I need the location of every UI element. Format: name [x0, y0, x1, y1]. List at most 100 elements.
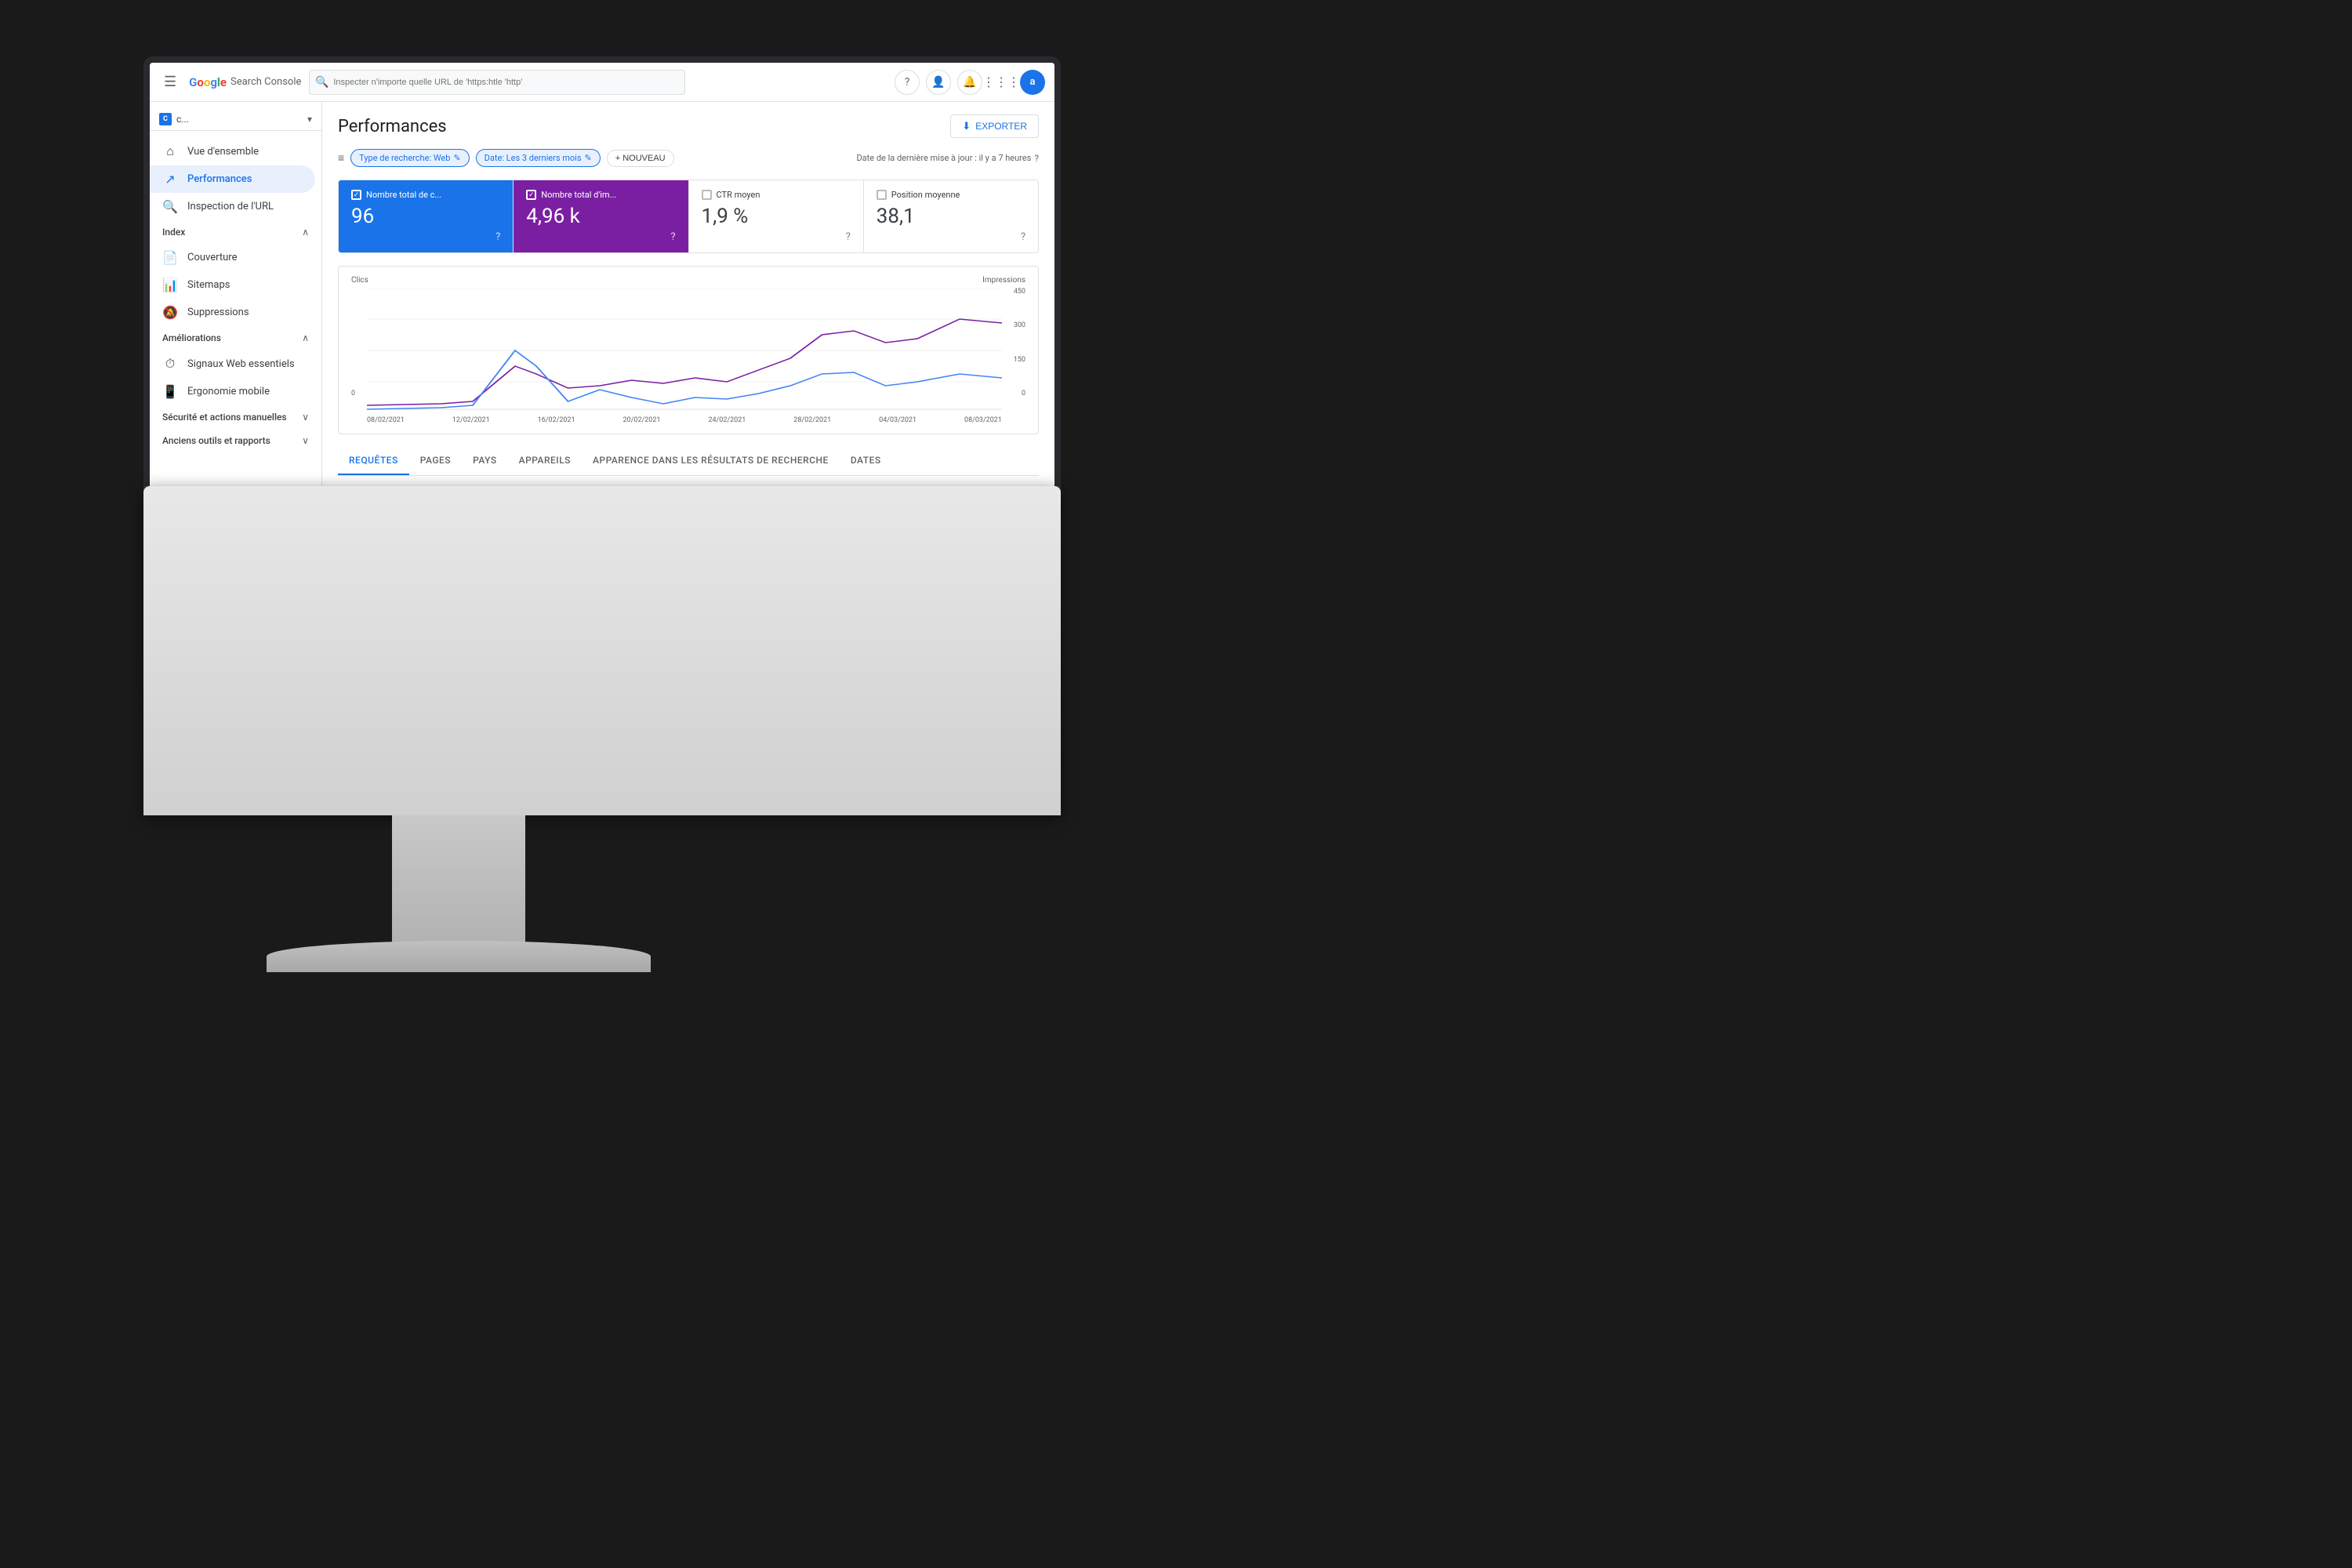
sidebar: C c... ▾ ⌂ Vue d'ensemble ↗ Performances…	[150, 102, 322, 497]
ameliorations-chevron-icon: ∧	[302, 332, 309, 343]
mobile-icon: 📱	[162, 384, 178, 399]
tab-appareils[interactable]: APPAREILS	[508, 447, 582, 475]
metric-help-ctr[interactable]: ?	[846, 231, 851, 243]
index-section-label: Index	[162, 227, 185, 238]
sidebar-label-sitemaps: Sitemaps	[187, 279, 230, 291]
avatar[interactable]: a	[1020, 70, 1045, 95]
screen: ☰ Google Search Console 🔍 ? 👤 🔔 ⋮⋮⋮ a	[150, 63, 1054, 497]
metric-header-position: Position moyenne	[877, 190, 1025, 200]
sidebar-item-ergonomie[interactable]: 📱 Ergonomie mobile	[150, 378, 315, 405]
index-section-header[interactable]: Index ∧	[150, 220, 321, 244]
metric-card-clics[interactable]: ✓ Nombre total de c... 96 ?	[339, 180, 514, 252]
x-label-3: 20/02/2021	[623, 416, 661, 424]
sidebar-label-signaux: Signaux Web essentiels	[187, 358, 295, 370]
info-icon[interactable]: ?	[1034, 153, 1039, 164]
site-selector[interactable]: C c... ▾	[150, 108, 321, 131]
notifications-button[interactable]: 🔔	[957, 70, 982, 95]
main-layout: C c... ▾ ⌂ Vue d'ensemble ↗ Performances…	[150, 102, 1054, 497]
export-icon: ⬇	[962, 120, 971, 132]
tab-requetes-label: REQUÊTES	[349, 455, 398, 466]
monitor-stand-neck	[392, 815, 525, 956]
tab-requetes[interactable]: REQUÊTES	[338, 447, 409, 475]
hamburger-icon[interactable]: ☰	[159, 69, 181, 95]
sidebar-item-vue-ensemble[interactable]: ⌂ Vue d'ensemble	[150, 137, 315, 165]
metric-header-impressions: ✓ Nombre total d'im...	[526, 190, 675, 200]
metric-checkbox-clics[interactable]: ✓	[351, 190, 361, 200]
metric-card-ctr[interactable]: CTR moyen 1,9 % ?	[689, 180, 864, 252]
sitemaps-icon: 📊	[162, 278, 178, 292]
metric-card-impressions[interactable]: ✓ Nombre total d'im... 4,96 k ?	[514, 180, 688, 252]
tab-dates[interactable]: DATES	[840, 447, 892, 475]
metric-label-position: Position moyenne	[891, 190, 960, 200]
edit-icon-search: ✎	[453, 153, 460, 163]
anciens-section-header[interactable]: Anciens outils et rapports ∨	[150, 429, 321, 452]
sidebar-item-inspection-url[interactable]: 🔍 Inspection de l'URL	[150, 193, 315, 220]
x-label-0: 08/02/2021	[367, 416, 405, 424]
chart-svg	[367, 288, 1002, 413]
top-nav: ☰ Google Search Console 🔍 ? 👤 🔔 ⋮⋮⋮ a	[150, 63, 1054, 102]
search-input[interactable]	[309, 70, 685, 95]
add-filter-button[interactable]: + NOUVEAU	[607, 150, 674, 167]
sidebar-label-ergonomie: Ergonomie mobile	[187, 386, 270, 397]
metric-label-clics: Nombre total de c...	[366, 190, 441, 200]
monitor-frame: ☰ Google Search Console 🔍 ? 👤 🔔 ⋮⋮⋮ a	[143, 56, 1061, 503]
x-label-4: 24/02/2021	[708, 416, 746, 424]
sidebar-label-vue-ensemble: Vue d'ensemble	[187, 146, 259, 158]
sidebar-item-suppressions[interactable]: 🔕 Suppressions	[150, 299, 315, 326]
anciens-chevron-icon: ∨	[302, 435, 309, 446]
metric-checkbox-ctr[interactable]	[702, 190, 712, 200]
coverage-icon: 📄	[162, 250, 178, 265]
filter-chip-date-label: Date: Les 3 derniers mois	[485, 153, 582, 163]
sidebar-item-couverture[interactable]: 📄 Couverture	[150, 244, 315, 271]
impressions-line	[367, 319, 1002, 405]
metric-checkbox-impressions[interactable]: ✓	[526, 190, 536, 200]
site-dropdown-arrow[interactable]: ▾	[307, 114, 312, 125]
metric-header-clics: ✓ Nombre total de c...	[351, 190, 500, 200]
sidebar-label-couverture: Couverture	[187, 252, 237, 263]
chart-y-right-150: 150	[1002, 356, 1025, 364]
sidebar-item-sitemaps[interactable]: 📊 Sitemaps	[150, 271, 315, 299]
page-title: Performances	[338, 117, 447, 136]
tabs-row: REQUÊTES PAGES PAYS APPAREILS APPARENCE …	[338, 447, 1039, 476]
apps-button[interactable]: ⋮⋮⋮	[989, 70, 1014, 95]
add-filter-label: + NOUVEAU	[615, 154, 666, 163]
tab-pages[interactable]: PAGES	[409, 447, 462, 475]
content-header: Performances ⬇ EXPORTER	[338, 114, 1039, 138]
accounts-button[interactable]: 👤	[926, 70, 951, 95]
export-button[interactable]: ⬇ EXPORTER	[950, 114, 1039, 138]
sidebar-item-performances[interactable]: ↗ Performances	[150, 165, 315, 193]
metric-card-position[interactable]: Position moyenne 38,1 ?	[864, 180, 1038, 252]
ameliorations-section-header[interactable]: Améliorations ∧	[150, 326, 321, 350]
filter-chip-search-type[interactable]: Type de recherche: Web ✎	[350, 149, 469, 167]
chart-right-label: Impressions	[982, 276, 1025, 285]
chart-x-labels: 08/02/2021 12/02/2021 16/02/2021 20/02/2…	[367, 416, 1002, 424]
anciens-section-label: Anciens outils et rapports	[162, 435, 270, 446]
metric-help-impressions[interactable]: ?	[670, 231, 675, 243]
metrics-row: ✓ Nombre total de c... 96 ? ✓ Nombre tot…	[338, 180, 1039, 253]
tab-pays-label: PAYS	[473, 455, 497, 466]
chart-y-right-0: 0	[1002, 390, 1025, 397]
chart-container: Clics Impressions 450 300 150 0 0	[338, 266, 1039, 434]
x-label-6: 04/03/2021	[879, 416, 916, 424]
brand-logo: Google Search Console	[189, 75, 301, 89]
filter-chip-search-type-label: Type de recherche: Web	[359, 153, 450, 163]
tab-apparence[interactable]: APPARENCE DANS LES RÉSULTATS DE RECHERCH…	[582, 447, 840, 475]
metric-help-position[interactable]: ?	[1021, 231, 1025, 243]
metric-help-clics[interactable]: ?	[495, 231, 500, 243]
home-icon: ⌂	[162, 143, 178, 159]
sidebar-label-performances: Performances	[187, 173, 252, 185]
inspect-icon: 🔍	[162, 199, 178, 214]
filter-icon: ≡	[338, 151, 344, 165]
sidebar-item-signaux-web[interactable]: ⏱ Signaux Web essentiels	[150, 350, 315, 378]
chart-axis-labels: Clics Impressions	[351, 276, 1025, 285]
securite-section-header[interactable]: Sécurité et actions manuelles ∨	[150, 405, 321, 429]
x-label-2: 16/02/2021	[538, 416, 575, 424]
trending-icon: ↗	[162, 172, 178, 187]
chart-left-label: Clics	[351, 276, 368, 285]
help-button[interactable]: ?	[895, 70, 920, 95]
metric-checkbox-position[interactable]	[877, 190, 887, 200]
tab-pays[interactable]: PAYS	[462, 447, 508, 475]
search-icon: 🔍	[315, 76, 328, 89]
filter-chip-date[interactable]: Date: Les 3 derniers mois ✎	[476, 149, 601, 167]
metric-label-impressions: Nombre total d'im...	[541, 190, 616, 200]
